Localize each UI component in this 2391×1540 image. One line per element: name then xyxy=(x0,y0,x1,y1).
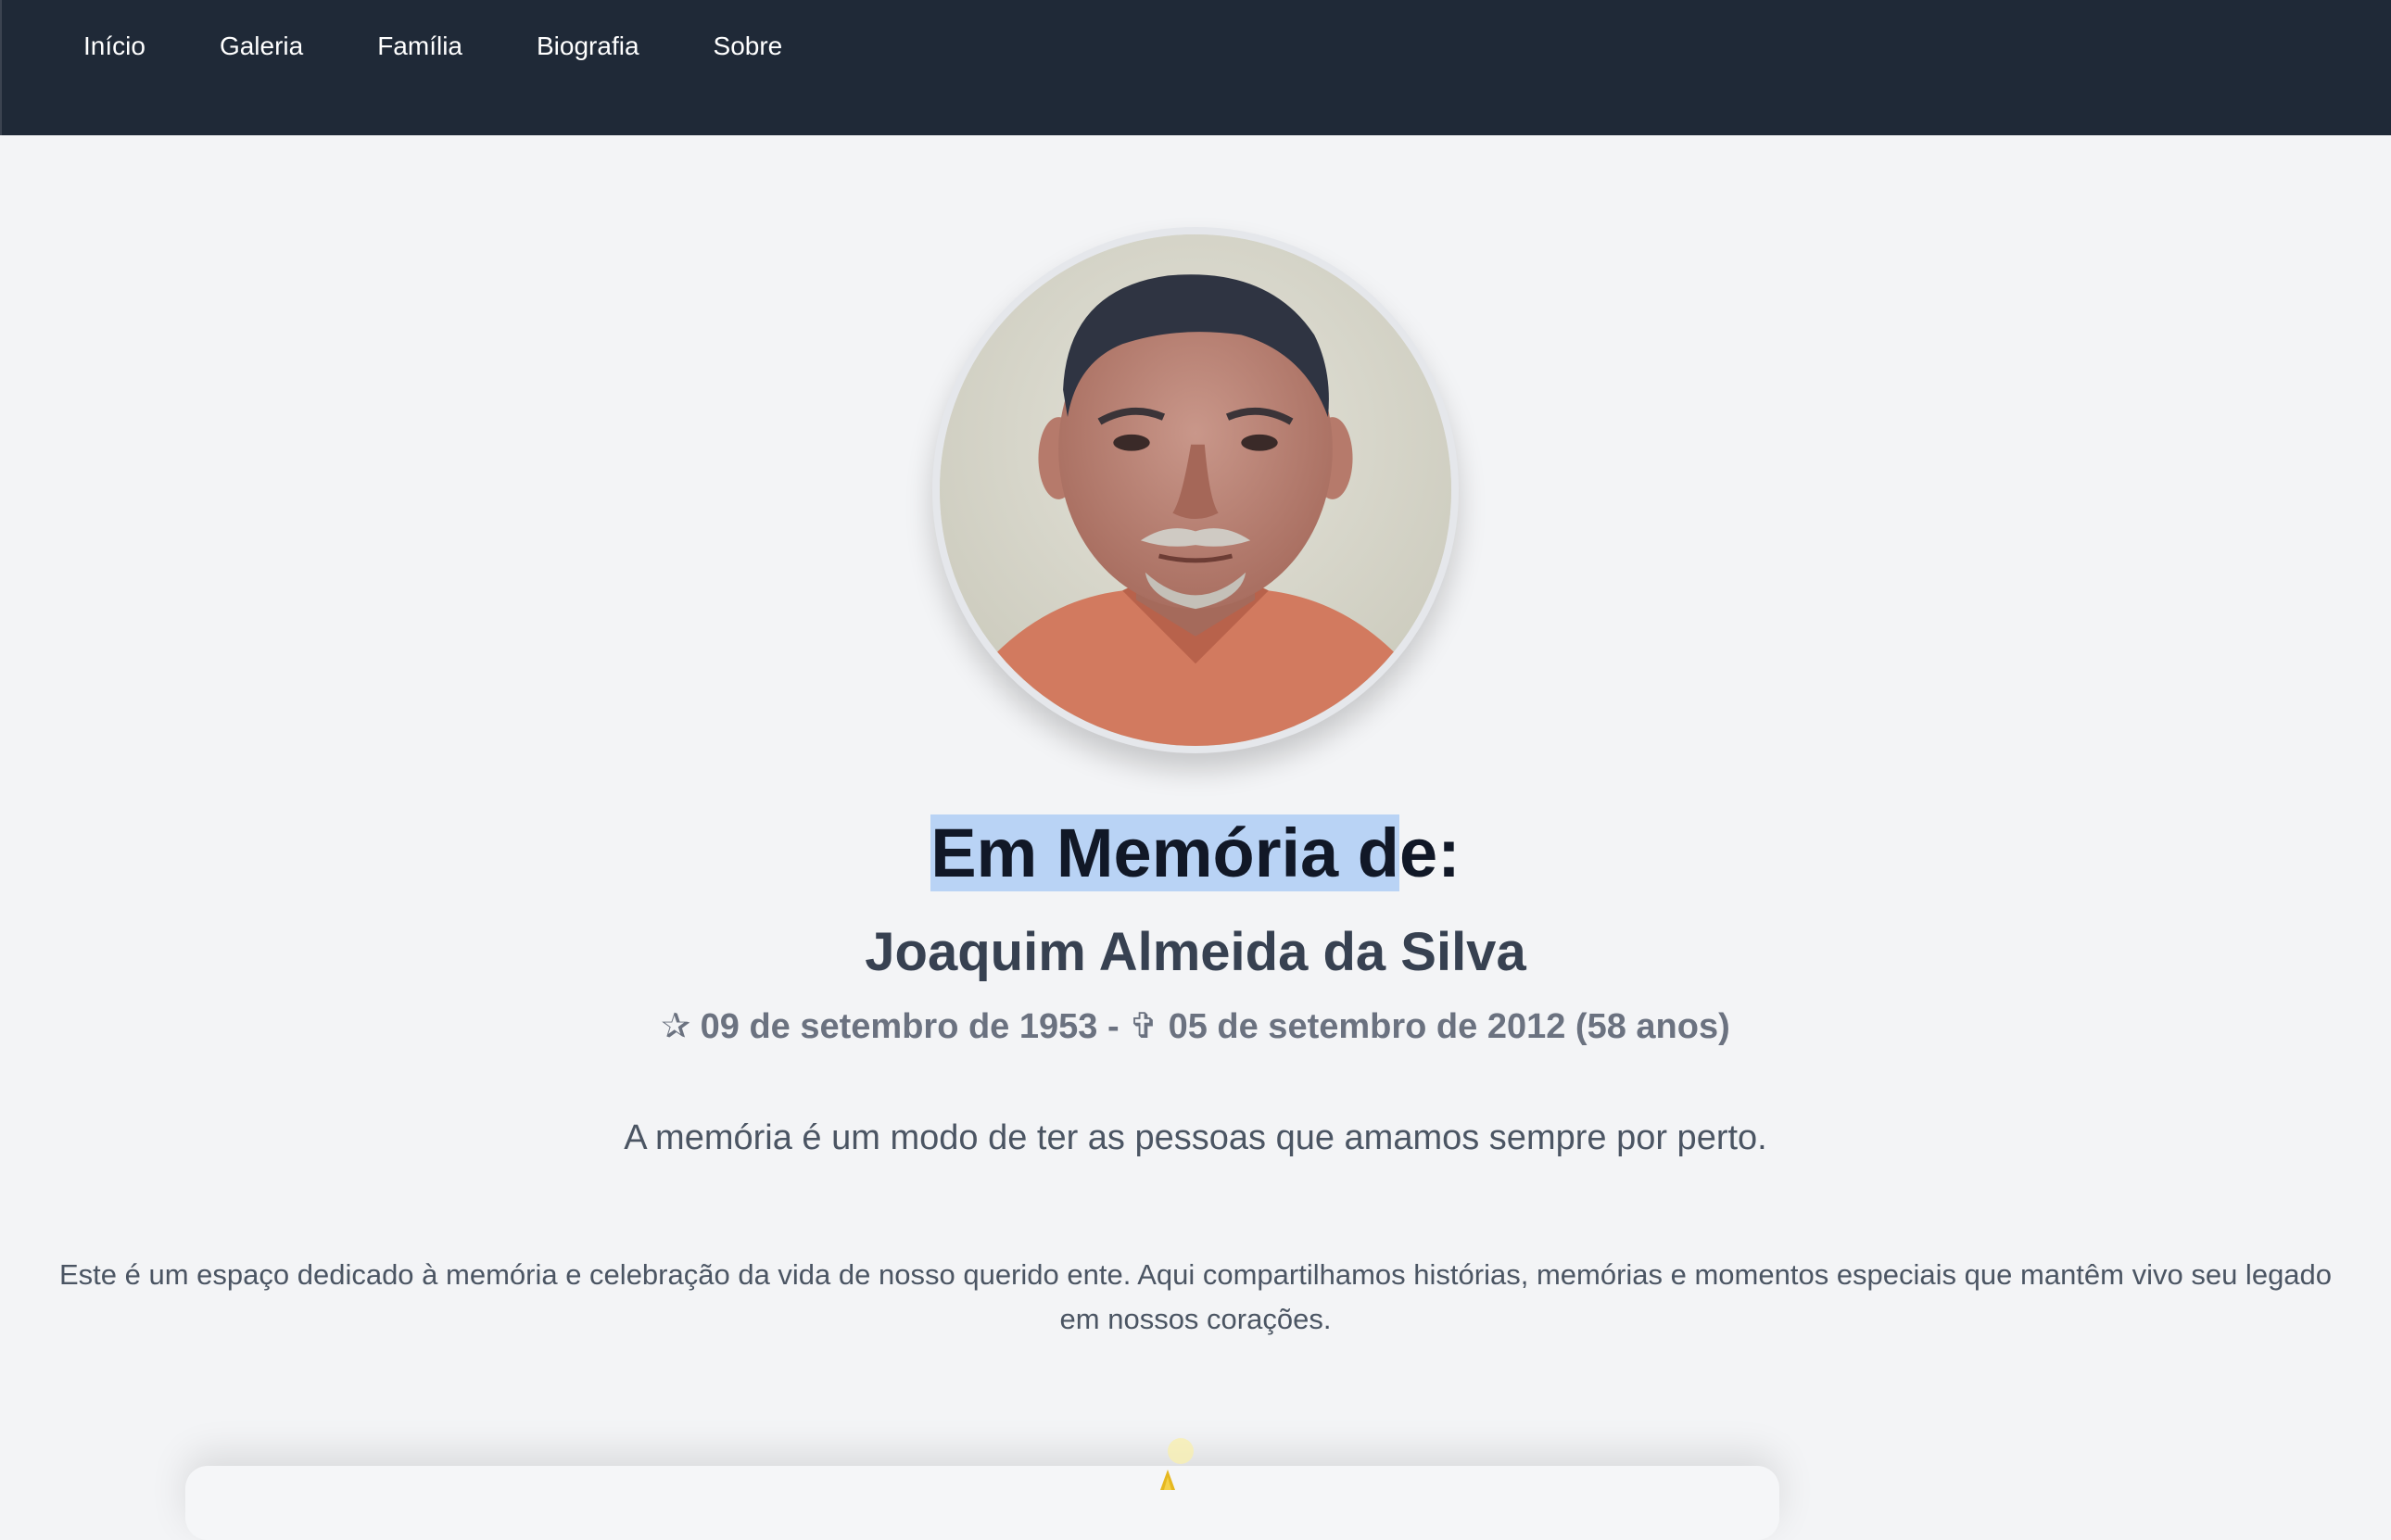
nav-item-inicio[interactable]: Início xyxy=(83,28,145,65)
nav-item-sobre[interactable]: Sobre xyxy=(714,28,783,65)
candle-section-card xyxy=(185,1466,1779,1540)
memorial-quote: A memória é um modo de ter as pessoas qu… xyxy=(624,1118,1767,1157)
nav-item-biografia[interactable]: Biografia xyxy=(537,28,639,65)
intro-paragraph: Este é um espaço dedicado à memória e ce… xyxy=(58,1258,2333,1335)
main-nav: Início Galeria Família Biografia Sobre xyxy=(83,28,856,65)
page-title: Em Memória de: xyxy=(0,812,2391,895)
heading-rest-text: e: xyxy=(1398,814,1461,891)
candle-flame-icon[interactable] xyxy=(1142,1434,1197,1490)
memorial-portrait xyxy=(932,227,1459,753)
top-navbar: Início Galeria Família Biografia Sobre xyxy=(0,0,2391,135)
nav-item-familia[interactable]: Família xyxy=(377,28,462,65)
heading-selected-text: Em Memória d xyxy=(930,814,1399,891)
deceased-name: Joaquim Almeida da Silva xyxy=(865,922,1526,982)
life-dates: ✰ 09 de setembro de 1953 - ✞ 05 de setem… xyxy=(661,1007,1730,1046)
nav-item-galeria[interactable]: Galeria xyxy=(220,28,303,65)
portrait-photo xyxy=(940,234,1451,746)
